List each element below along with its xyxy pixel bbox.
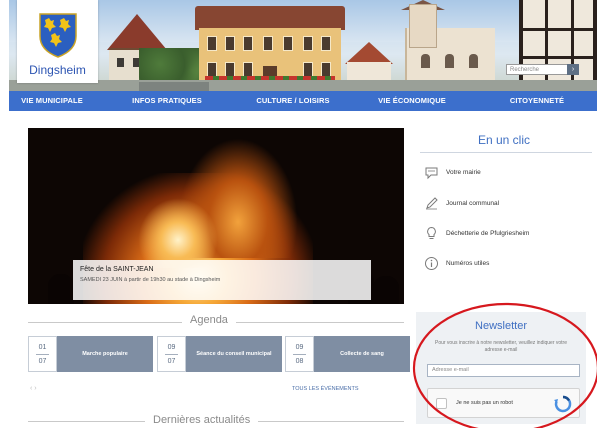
quick-link-label: Votre mairie (446, 168, 481, 176)
coat-of-arms-icon (39, 13, 77, 58)
quick-link-numeros-utiles[interactable]: Numéros utiles (424, 255, 489, 271)
recaptcha-checkbox[interactable] (436, 398, 447, 409)
event-title: Marche populaire (57, 336, 153, 372)
chat-bubble-icon (425, 167, 438, 179)
road (139, 82, 209, 91)
half-timbered-house (519, 0, 597, 91)
agenda-event[interactable]: 09 07 Séance du conseil municipal (157, 336, 282, 372)
info-icon (425, 256, 438, 270)
hero-caption-title: Fête de la SAINT-JEAN (80, 266, 154, 273)
recaptcha-label: Je ne suis pas un robot (456, 400, 513, 406)
event-day: 09 (295, 344, 304, 351)
quick-link-votre-mairie[interactable]: Votre mairie (424, 164, 481, 180)
event-date: 01 07 (28, 336, 57, 372)
quick-link-dechetterie[interactable]: Déchetterie de Pfulgriesheim (424, 225, 529, 241)
event-month: 07 (167, 358, 176, 365)
newsletter-title: Newsletter (475, 320, 527, 332)
news-title: Dernières actualités (145, 414, 259, 426)
recaptcha-widget: Je ne suis pas un robot (427, 388, 580, 418)
newsletter-description: Pour vous inscrire à notre newsletter, v… (434, 340, 567, 353)
nav-item-culture-loisirs[interactable]: CULTURE / LOISIRS (239, 91, 347, 111)
nav-item-vie-municipale[interactable]: VIE MUNICIPALE (9, 91, 95, 111)
event-month: 07 (38, 358, 47, 365)
church-tower (409, 4, 437, 48)
agenda-nav-arrows[interactable]: ‹ › (30, 385, 48, 393)
quick-link-label: Numéros utiles (446, 259, 490, 267)
quick-links-title: En un clic (477, 133, 531, 147)
search-input[interactable]: Recherche (506, 64, 568, 75)
all-events-link[interactable]: TOUS LES ÉVÉNEMENTS (292, 386, 359, 392)
event-title: Collecte de sang (314, 336, 410, 372)
house-roof-2 (345, 42, 393, 64)
pen-icon (426, 196, 438, 209)
event-day: 01 (38, 344, 47, 351)
email-field[interactable]: Adresse e-mail (427, 364, 580, 377)
hero-caption[interactable]: Fête de la SAINT-JEAN SAMEDI 23 JUIN à p… (73, 260, 371, 300)
main-nav: VIE MUNICIPALE INFOS PRATIQUES CULTURE /… (9, 91, 597, 111)
event-title: Séance du conseil municipal (186, 336, 282, 372)
event-month: 08 (295, 358, 304, 365)
nav-item-citoyennete[interactable]: CITOYENNETÉ (477, 91, 597, 111)
event-date: 09 08 (285, 336, 314, 372)
town-hall-roof (195, 6, 345, 30)
site-logo[interactable]: Dingsheim (17, 0, 98, 83)
site-name: Dingsheim (29, 63, 86, 77)
divider (420, 152, 592, 153)
lightbulb-icon (427, 226, 436, 239)
quick-link-label: Journal communal (446, 199, 500, 207)
hero-caption-text: SAMEDI 23 JUIN à partir de 19h30 au stad… (80, 277, 221, 283)
house-roof (107, 14, 167, 50)
event-day: 09 (167, 344, 176, 351)
search-icon[interactable]: › (567, 64, 579, 75)
event-date: 09 07 (157, 336, 186, 372)
nav-item-vie-economique[interactable]: VIE ÉCONOMIQUE (347, 91, 477, 111)
nav-item-infos-pratiques[interactable]: INFOS PRATIQUES (95, 91, 239, 111)
agenda-event[interactable]: 09 08 Collecte de sang (285, 336, 410, 372)
agenda-title: Agenda (182, 314, 236, 326)
agenda-event[interactable]: 01 07 Marche populaire (28, 336, 153, 372)
recaptcha-logo-icon (554, 395, 572, 413)
newsletter-box: Newsletter Pour vous inscrire à notre ne… (416, 312, 586, 424)
quick-link-journal-communal[interactable]: Journal communal (424, 195, 499, 211)
quick-link-label: Déchetterie de Pfulgriesheim (446, 229, 530, 237)
